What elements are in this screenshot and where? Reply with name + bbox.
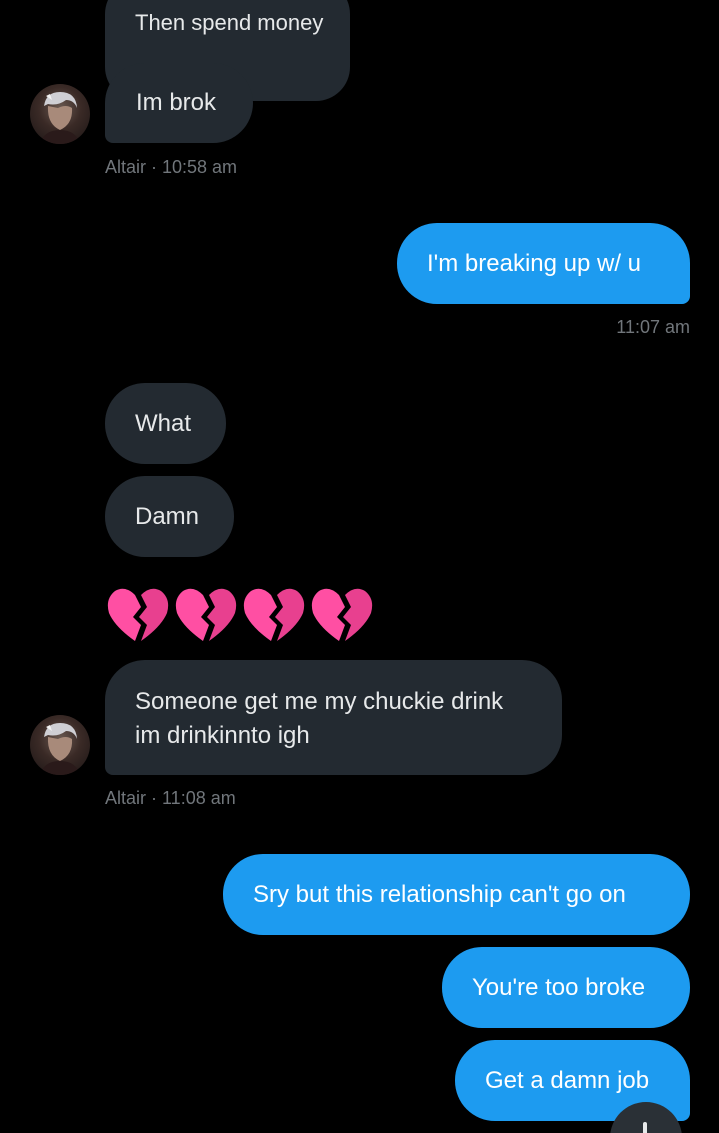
message-bubble-outgoing[interactable]: Sry but this relationship can't go on [223, 854, 690, 935]
broken-heart-icon [175, 588, 237, 641]
message-bubble-incoming[interactable]: Someone get me my chuckie drink im drink… [105, 660, 562, 775]
message-text-line: im drinkinnto igh [135, 722, 310, 749]
message-meta: Altair · 11:08 am [105, 788, 236, 808]
message-text-line: Someone get me my chuckie drink [135, 688, 504, 715]
message-text: Then spend money [135, 10, 324, 35]
message-text: What [135, 410, 192, 437]
message-text: Sry but this relationship can't go on [253, 881, 626, 908]
message-bubble-incoming[interactable]: Im brok [105, 63, 253, 143]
broken-heart-icon [243, 588, 305, 641]
arrow-down-icon [643, 1122, 647, 1133]
avatar[interactable] [30, 715, 90, 775]
avatar[interactable] [30, 84, 90, 144]
message-text: You're too broke [472, 974, 646, 1001]
message-timestamp: 11:07 am [616, 317, 690, 337]
message-bubble-incoming[interactable]: Damn [105, 476, 234, 557]
broken-heart-icon [107, 588, 169, 641]
emoji-message[interactable] [105, 585, 375, 643]
message-bubble-outgoing[interactable]: I'm breaking up w/ u [397, 223, 690, 304]
broken-heart-icon [311, 588, 373, 641]
message-bubble-outgoing[interactable]: You're too broke [442, 947, 690, 1028]
message-bubble-incoming[interactable]: What [105, 383, 226, 464]
message-text: Damn [135, 503, 200, 530]
message-text: I'm breaking up w/ u [427, 250, 642, 277]
message-text: Im brok [136, 89, 217, 116]
message-meta: Altair · 10:58 am [105, 157, 238, 177]
message-text: Get a damn job [485, 1067, 650, 1094]
chat-screen: Then spend money Im brok Altair · 10:58 … [0, 0, 719, 1133]
